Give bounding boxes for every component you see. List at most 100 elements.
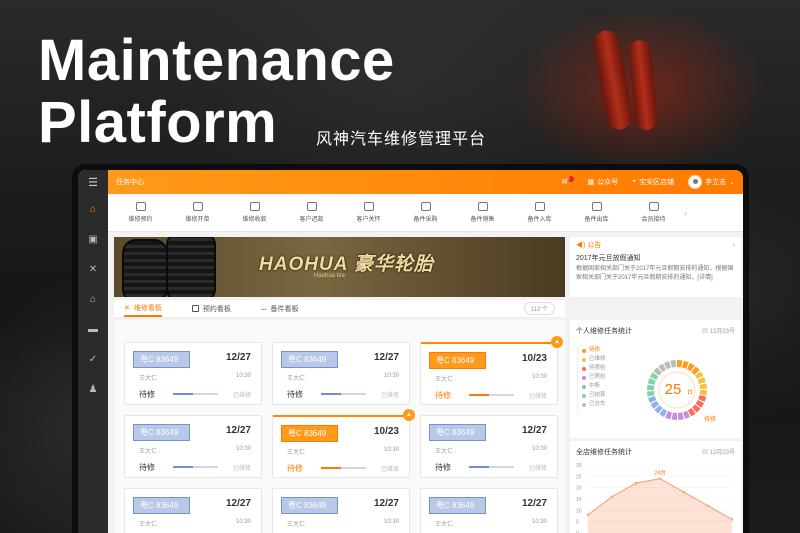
y-tick-label: 30 <box>576 463 582 469</box>
message-button[interactable]: ✉ 2 <box>562 176 574 186</box>
repair-card[interactable]: 粤C 8364912/27王大仁10:30待修已维修 <box>124 488 262 533</box>
team-icon[interactable]: ♟ <box>78 374 108 404</box>
chevron-right-icon[interactable]: › <box>733 241 735 250</box>
donut-segment <box>670 360 676 368</box>
check-icon[interactable]: ✓ <box>78 344 108 374</box>
car-icon[interactable]: ▬ <box>78 314 108 344</box>
card-next-status: 已维修 <box>232 466 251 472</box>
member-icon <box>648 202 659 211</box>
repair-card[interactable]: 粤C 83649 10/23 王大仁 10:30 待修 已维修 ▲ <box>420 336 563 405</box>
menu-item[interactable]: 会员接待 <box>625 202 682 223</box>
menu-item-label: 维修预约 <box>128 217 153 223</box>
repair-card[interactable]: 粤C 8364912/27王大仁10:30待修已维修 <box>272 342 410 405</box>
tools-icon[interactable]: ✕ <box>78 254 108 284</box>
menu-item[interactable]: 备件采购 <box>397 202 454 223</box>
repair-card[interactable]: 粤C 8364912/27王大仁10:30待修已维修 <box>124 415 262 478</box>
progress-fill <box>321 393 342 395</box>
menu-item[interactable]: 客户关怀 <box>340 202 397 223</box>
store-label: 宝安区店铺 <box>639 179 675 186</box>
menu-item[interactable]: 备件出库 <box>568 202 625 223</box>
y-tick-label: 20 <box>576 486 582 492</box>
user-name: 李立志 <box>705 179 727 186</box>
menu-item-label: 维修开单 <box>185 217 210 223</box>
license-plate: 粤C 83649 <box>133 424 190 441</box>
grid-icon: ▦ <box>587 179 595 186</box>
inbound-icon <box>534 202 545 211</box>
license-plate: 粤C 83649 <box>133 497 190 514</box>
menu-item[interactable]: 备件销售 <box>454 202 511 223</box>
tire-image <box>166 237 216 297</box>
official-account-button[interactable]: ▦ 公众号 <box>588 177 619 187</box>
license-plate: 粤C 83649 <box>429 424 486 441</box>
garage-icon[interactable]: ⌂ <box>78 284 108 314</box>
card-owner: 王大仁 <box>139 376 158 382</box>
card-status: 待修 <box>435 463 451 472</box>
official-account-label: 公众号 <box>597 179 619 186</box>
hamburger-menu-icon[interactable]: ☰ <box>78 170 108 194</box>
menu-item-label: 备件出库 <box>584 217 609 223</box>
menu-item[interactable]: 客户迟款 <box>283 202 340 223</box>
menu-more-chevron-icon[interactable]: › <box>684 208 687 218</box>
card-date: 12/27 <box>373 352 399 363</box>
area-fill <box>588 478 732 533</box>
donut-segment <box>677 360 683 368</box>
card-time: 10:30 <box>383 519 399 525</box>
page-title: 任务中心 <box>116 179 144 186</box>
card-date: 12/27 <box>225 352 251 363</box>
notice-title[interactable]: 2017年元旦放假通知 <box>576 254 735 263</box>
menu-item-label: 会员接待 <box>641 217 666 223</box>
menu-item-label: 备件采购 <box>413 217 438 223</box>
menu-item-label: 备件入库 <box>527 217 552 223</box>
order-icon <box>192 202 203 211</box>
data-point <box>610 495 614 498</box>
tire-image <box>122 239 168 297</box>
repair-card[interactable]: 粤C 8364912/27王大仁10:30待修已维修 <box>124 342 262 405</box>
progress-bar <box>321 467 366 469</box>
user-menu[interactable]: 李立志 ⌄ <box>688 175 735 189</box>
home-icon[interactable]: ⌂ <box>78 194 108 224</box>
menu-item[interactable]: 维修收款 <box>226 202 283 223</box>
menu-item[interactable]: 备件入库 <box>511 202 568 223</box>
y-tick-label: 15 <box>576 497 582 503</box>
top-bar: 任务中心 ✉ 2 ▦ 公众号 ⌖ 宝安区店铺 李立志 ⌄ <box>108 170 743 194</box>
card-date: 12/27 <box>225 425 251 436</box>
wrench-icon: ✕ <box>124 304 130 312</box>
calendar-icon[interactable]: ▣ <box>78 224 108 254</box>
data-point <box>706 504 710 507</box>
message-badge: 2 <box>567 176 574 182</box>
card-date: 12/27 <box>521 498 547 509</box>
payment-icon <box>249 202 260 211</box>
peak-label: 24台 <box>654 469 666 477</box>
promo-banner[interactable]: HAOHUA 豪华轮胎 Haohua tire <box>114 237 565 297</box>
repair-card[interactable]: 粤C 8364912/27王大仁10:30待修已维修 <box>420 415 558 478</box>
card-time: 10:30 <box>383 447 399 453</box>
tab-parts-board[interactable]: ⌴ 备件看板 <box>261 300 299 317</box>
tab-repair-board[interactable]: ✕ 维修看板 <box>124 300 162 317</box>
repair-card[interactable]: 粤C 8364912/27王大仁10:30待修已维修 <box>272 488 410 533</box>
function-menu: 维修预约 维修开单 维修收款 客户迟款 客户关怀 备件采购 备件销售 备件入库 备件出库 会员接待… <box>108 194 743 232</box>
tab-label: 维修看板 <box>133 304 162 312</box>
tab-appointment-board[interactable]: 预约看板 <box>191 300 231 317</box>
donut-center-unit: 台 <box>687 388 693 396</box>
store-selector[interactable]: ⌖ 宝安区店铺 <box>632 177 674 187</box>
basket-icon: ⌴ <box>260 304 267 312</box>
menu-item[interactable]: 维修预约 <box>112 202 169 223</box>
notice-header: 公告 <box>587 242 602 249</box>
alert-corner-icon: ▲ <box>551 336 563 348</box>
menu-item[interactable]: 维修开单 <box>169 202 226 223</box>
outbound-icon <box>591 202 602 211</box>
alert-corner-icon: ▲ <box>403 409 415 421</box>
y-tick-label: 5 <box>576 520 579 526</box>
card-owner: 王大仁 <box>435 377 454 383</box>
board-tabs: ✕ 维修看板 预约看板 ⌴ 备件看板 112 个 <box>114 300 565 318</box>
donut-center-value: 25 <box>665 381 682 398</box>
donut-segment <box>647 391 655 397</box>
repair-card[interactable]: 粤C 8364912/27王大仁10:30待修已维修 <box>420 488 558 533</box>
speaker-icon: ◀) <box>576 242 586 249</box>
progress-bar <box>469 394 514 396</box>
card-owner: 王大仁 <box>287 376 306 382</box>
calendar-icon <box>191 305 199 312</box>
repair-card[interactable]: 粤C 83649 10/23 王大仁 10:30 待修 已维修 ▲ <box>272 409 415 478</box>
menu-item-label: 备件销售 <box>470 217 495 223</box>
y-tick-label: 25 <box>576 474 582 480</box>
